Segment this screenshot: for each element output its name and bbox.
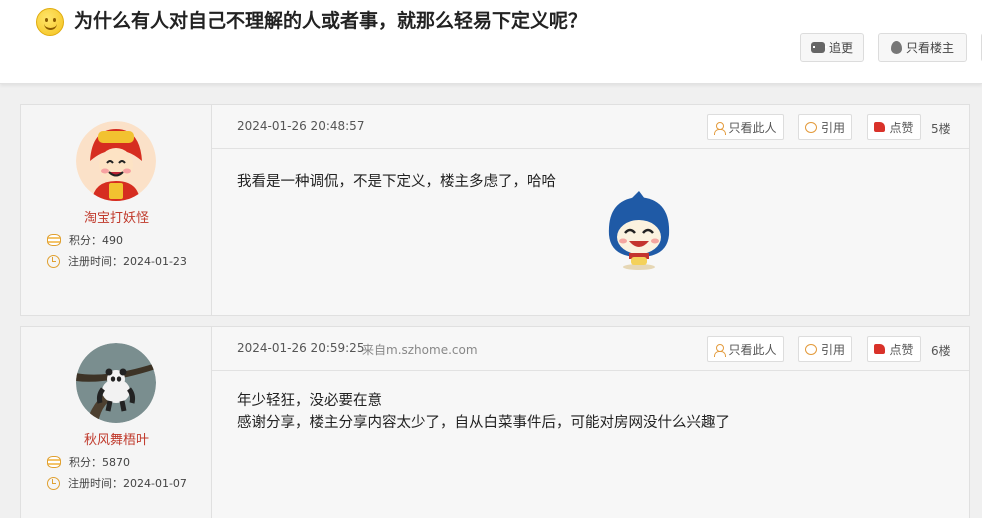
post-header: 2024-01-26 20:59:25 来自m.szhome.com 只看此人 … [212,327,969,371]
username[interactable]: 淘宝打妖怪 [21,207,212,226]
coins-icon [47,234,61,246]
post-time: 2024-01-26 20:48:57 [237,119,365,133]
host-only-button[interactable]: 只看楼主 [878,33,967,62]
chat-icon [810,42,827,53]
register-row: 注册时间：2024-01-23 [47,253,187,269]
only-this-user-button[interactable]: 只看此人 [707,114,784,140]
drop-icon [890,41,902,54]
thumbs-up-icon [874,122,886,132]
post-header: 2024-01-26 20:48:57 只看此人 引用 点赞 5楼 [212,105,969,149]
content-line: 我看是一种调侃，不是下定义，楼主多虑了，哈哈 [237,174,556,190]
post-floor-5: 淘宝打妖怪 积分：490 注册时间：2024-01-23 2024-01-26 … [20,104,970,316]
author-panel: 淘宝打妖怪 积分：490 注册时间：2024-01-23 [21,105,212,315]
post-floor-6: 秋风舞梧叶 积分：5870 注册时间：2024-01-07 2024-01-26… [20,326,970,518]
points-value: 5870 [102,456,130,469]
points-row: 积分：490 [47,232,123,248]
avatar[interactable] [76,343,156,423]
post-content: 我看是一种调侃，不是下定义，楼主多虑了，哈哈 [237,171,556,193]
coins-icon [47,456,61,468]
quote-icon [804,121,817,133]
quote-button[interactable]: 引用 [798,336,852,362]
post-source: 来自m.szhome.com [362,343,478,357]
quote-button[interactable]: 引用 [798,114,852,140]
points-value: 490 [102,234,123,247]
points-label: 积分： [69,234,102,247]
points-label: 积分： [69,456,102,469]
quote-label: 引用 [820,120,845,135]
like-label: 点赞 [889,342,914,357]
like-label: 点赞 [889,120,914,135]
only-this-user-button[interactable]: 只看此人 [707,336,784,362]
register-label: 注册时间： [68,477,123,490]
quote-icon [804,343,817,355]
content-line: 年少轻狂，没必要在意 [237,393,382,409]
floor-number: 5楼 [931,122,951,136]
like-button[interactable]: 点赞 [867,114,921,140]
author-panel: 秋风舞梧叶 积分：5870 注册时间：2024-01-07 [21,327,212,518]
person-icon [714,343,727,357]
only-this-user-label: 只看此人 [728,120,777,135]
floor-number: 6楼 [931,344,951,358]
post-content: 年少轻狂，没必要在意 感谢分享，楼主分享内容太少了，自从白菜事件后，可能对房网没… [237,390,730,434]
topic-header: 为什么有人对自己不理解的人或者事，就那么轻易下定义呢？ 追更 只看楼主 [0,0,982,84]
page-title: 为什么有人对自己不理解的人或者事，就那么轻易下定义呢？ [74,10,588,32]
follow-label: 追更 [828,41,853,55]
register-label: 注册时间： [68,255,123,268]
follow-button[interactable]: 追更 [800,33,864,62]
username[interactable]: 秋风舞梧叶 [21,429,212,448]
content-line: 感谢分享，楼主分享内容太少了，自从白菜事件后，可能对房网没什么兴趣了 [237,415,730,431]
like-button[interactable]: 点赞 [867,336,921,362]
smiley-icon [36,8,64,36]
register-date: 2024-01-23 [123,255,187,268]
register-row: 注册时间：2024-01-07 [47,475,187,491]
clock-icon [47,476,60,490]
clock-icon [47,254,60,268]
person-icon [714,121,727,135]
points-row: 积分：5870 [47,454,130,470]
host-only-label: 只看楼主 [905,41,954,55]
post-time: 2024-01-26 20:59:25 [237,341,365,355]
register-date: 2024-01-07 [123,477,187,490]
only-this-user-label: 只看此人 [728,342,777,357]
laughing-sticker-icon [601,191,677,271]
thumbs-up-icon [874,344,886,354]
avatar[interactable] [76,121,156,201]
quote-label: 引用 [820,342,845,357]
